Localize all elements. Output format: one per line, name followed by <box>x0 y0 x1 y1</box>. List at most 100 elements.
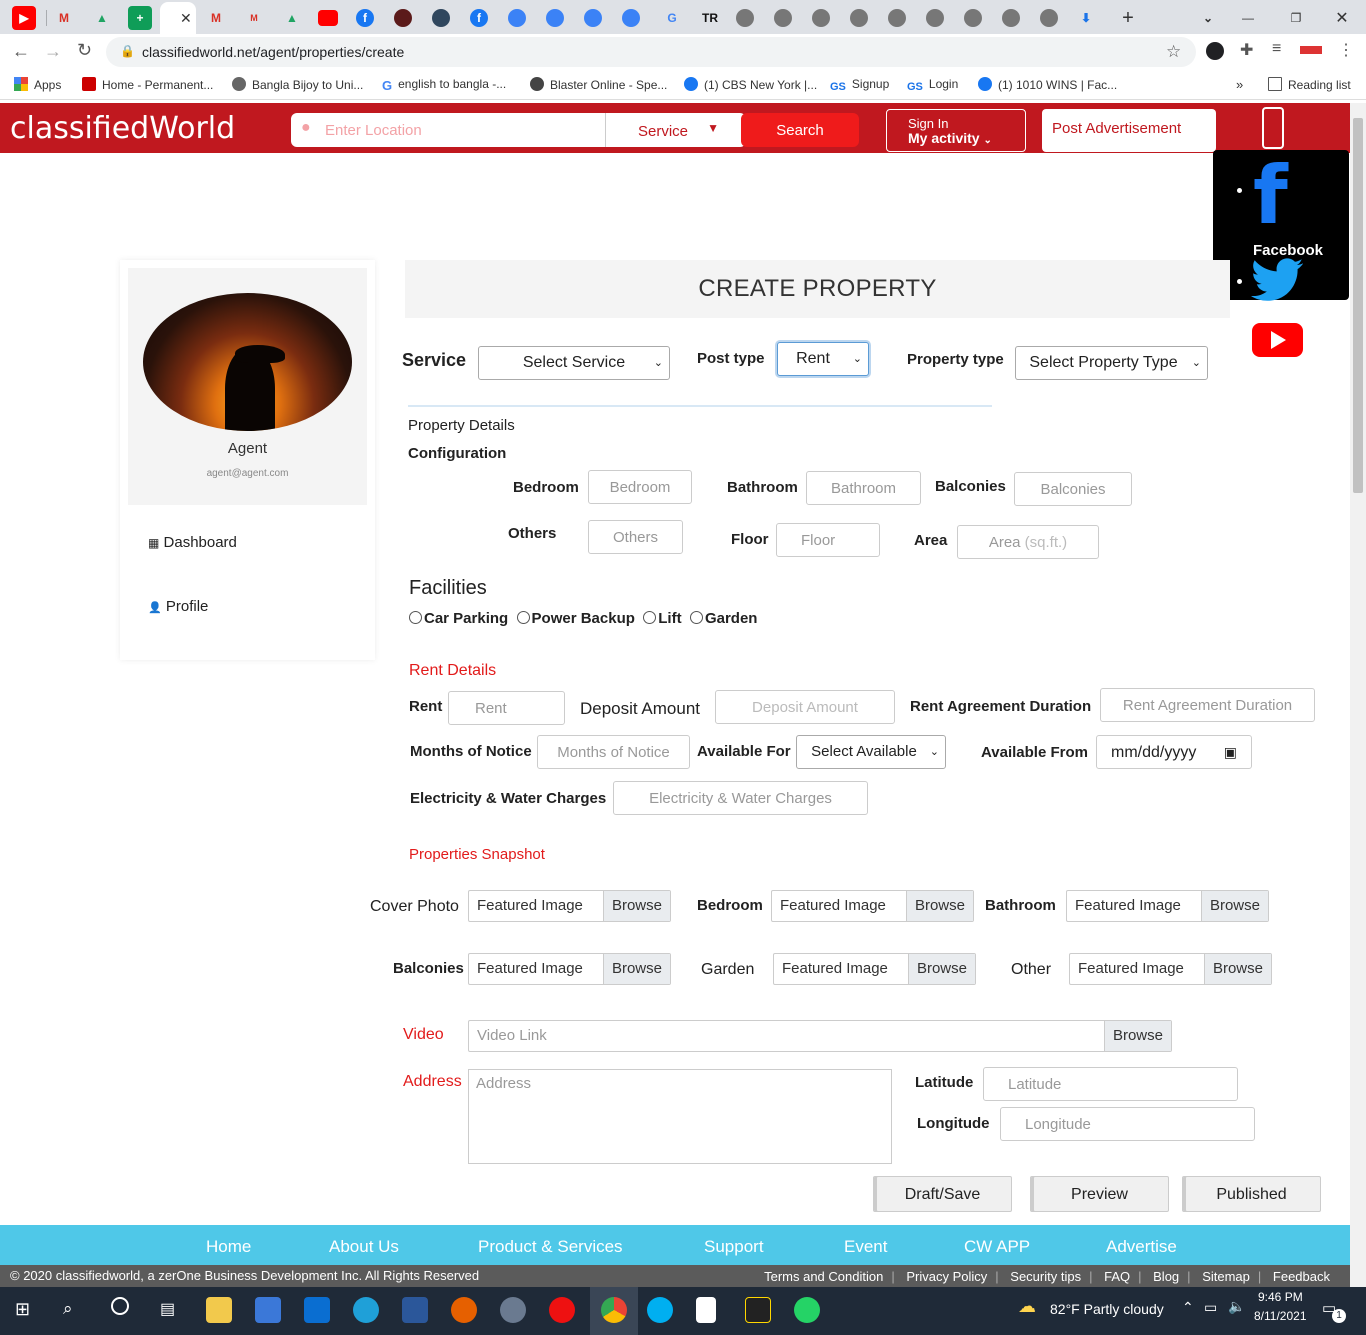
reddit-tab-icon[interactable] <box>584 9 602 27</box>
publish-button[interactable]: Published <box>1182 1176 1321 1212</box>
footer-link-app[interactable]: CW APP <box>964 1237 1030 1257</box>
browse-button[interactable]: Browse <box>602 954 670 984</box>
whatsapp-icon[interactable] <box>794 1297 820 1323</box>
volume-icon[interactable]: 🔈 <box>1228 1298 1245 1315</box>
footer-link[interactable]: Feedback <box>1273 1269 1330 1284</box>
facebook-icon[interactable]: f <box>1253 152 1303 240</box>
file-explorer-icon[interactable] <box>206 1297 232 1323</box>
bookmark-item[interactable]: Genglish to bangla -... <box>382 77 506 93</box>
facebook-label[interactable]: Facebook <box>1253 242 1323 259</box>
close-window-icon[interactable]: ✕ <box>1330 6 1354 30</box>
extensions-icon[interactable]: ✚ <box>1240 40 1253 60</box>
reddit-tab-icon[interactable] <box>622 9 640 27</box>
other-photo-upload[interactable]: Featured Image Browse <box>1069 953 1272 985</box>
browse-button[interactable]: Browse <box>1203 954 1271 984</box>
bathroom-photo-upload[interactable]: Featured Image Browse <box>1066 890 1269 922</box>
facility-garden[interactable]: Garden <box>689 610 757 627</box>
google-tab-icon[interactable]: G <box>660 6 684 30</box>
footer-link[interactable]: Terms and Condition <box>764 1269 883 1284</box>
forward-icon[interactable]: → <box>44 41 62 62</box>
reload-icon[interactable]: ↻ <box>77 40 92 61</box>
reading-list[interactable]: Reading list <box>1268 77 1351 92</box>
sign-in-dropdown[interactable]: Sign In My activity ⌄ <box>886 109 1026 152</box>
footer-link[interactable]: Security tips <box>1010 1269 1081 1284</box>
browse-button[interactable]: Browse <box>1200 891 1268 921</box>
available-from-date[interactable]: mm/dd/yyyy ▣ <box>1096 735 1252 769</box>
area-input[interactable]: Area (sq.ft.) <box>957 525 1099 559</box>
more-bookmarks[interactable]: » <box>1236 77 1243 92</box>
notice-input[interactable]: Months of Notice <box>537 735 690 769</box>
sidebar-item-profile[interactable]: 👤 Profile <box>148 598 208 615</box>
page-scrollbar[interactable] <box>1350 103 1366 1287</box>
service-select[interactable]: Service ▼ <box>605 113 735 147</box>
tr-tab-icon[interactable]: TR <box>698 6 722 30</box>
globe-tab-icon[interactable] <box>774 9 792 27</box>
longitude-input[interactable]: Longitude <box>1000 1107 1255 1141</box>
agreement-input[interactable]: Rent Agreement Duration <box>1100 688 1315 722</box>
footer-link[interactable]: Blog <box>1153 1269 1179 1284</box>
radio-button[interactable] <box>516 611 530 624</box>
youtube-tab-icon[interactable]: ▶ <box>12 6 36 30</box>
gmail-tab-icon[interactable]: M <box>52 6 76 30</box>
opera-icon[interactable] <box>549 1297 575 1323</box>
footer-link[interactable]: Privacy Policy <box>906 1269 987 1284</box>
footer-link[interactable]: FAQ <box>1104 1269 1130 1284</box>
bookmark-item[interactable]: Home - Permanent... <box>82 77 213 92</box>
edge-icon[interactable] <box>353 1297 379 1323</box>
globe-tab-icon[interactable] <box>850 9 868 27</box>
task-view-icon[interactable]: ▤ <box>160 1299 175 1319</box>
word-icon[interactable] <box>402 1297 428 1323</box>
new-tab-icon[interactable]: + <box>1116 6 1140 30</box>
skype-icon[interactable] <box>647 1297 673 1323</box>
radio-button[interactable] <box>643 611 657 624</box>
globe-tab-icon[interactable] <box>926 9 944 27</box>
globe-tab-icon[interactable] <box>1040 9 1058 27</box>
browse-button[interactable]: Browse <box>602 891 670 921</box>
garden-photo-upload[interactable]: Featured Image Browse <box>773 953 976 985</box>
site-tab-icon[interactable] <box>432 9 450 27</box>
clock-date[interactable]: 8/11/2021 <box>1254 1309 1307 1323</box>
bookmark-item[interactable]: Bangla Bijoy to Uni... <box>232 77 363 92</box>
gmail-tab-icon[interactable]: M <box>204 6 228 30</box>
rent-input[interactable]: Rent <box>448 691 565 725</box>
floor-input[interactable]: Floor <box>776 523 880 557</box>
bookmark-item[interactable]: GS Login <box>907 77 958 95</box>
cover-photo-upload[interactable]: Featured Image Browse <box>468 890 671 922</box>
globe-tab-icon[interactable] <box>812 9 830 27</box>
globe-tab-icon[interactable] <box>964 9 982 27</box>
scrollbar-thumb[interactable] <box>1353 118 1363 493</box>
twitter-icon[interactable] <box>1251 258 1303 302</box>
footer-link-about[interactable]: About Us <box>329 1237 399 1257</box>
firefox-icon[interactable] <box>451 1297 477 1323</box>
others-input[interactable]: Others <box>588 520 683 554</box>
sheets-tab-icon[interactable]: + <box>128 6 152 30</box>
preview-button[interactable]: Preview <box>1030 1176 1169 1212</box>
youtube-icon[interactable] <box>1252 323 1303 357</box>
footer-link-event[interactable]: Event <box>844 1237 887 1257</box>
app-icon[interactable] <box>500 1297 526 1323</box>
service-dropdown[interactable]: Select Service ⌄ <box>478 346 670 380</box>
footer-link-support[interactable]: Support <box>704 1237 764 1257</box>
mobile-app-icon[interactable] <box>1262 107 1284 149</box>
property-type-dropdown[interactable]: Select Property Type ⌄ <box>1015 346 1208 380</box>
post-advertisement-button[interactable]: Post Advertisement <box>1042 109 1216 152</box>
sidebar-item-dashboard[interactable]: ▦ Dashboard <box>148 534 237 551</box>
close-tab-icon[interactable]: ✕ <box>180 10 192 27</box>
windows-start-icon[interactable]: ⊞ <box>15 1299 30 1320</box>
browse-button[interactable]: Browse <box>1103 1021 1171 1051</box>
radio-button[interactable] <box>689 611 703 624</box>
tab-search-icon[interactable]: ⌄ <box>1196 6 1220 30</box>
extension-icon[interactable] <box>1300 46 1322 54</box>
restore-icon[interactable]: ❐ <box>1284 6 1308 30</box>
deposit-input[interactable]: Deposit Amount <box>715 690 895 724</box>
bedroom-photo-upload[interactable]: Featured Image Browse <box>771 890 974 922</box>
location-input[interactable] <box>325 113 595 147</box>
gmail-count-tab-icon[interactable]: M <box>242 6 266 30</box>
facility-car-parking[interactable]: Car Parking <box>409 610 508 627</box>
charges-input[interactable]: Electricity & Water Charges <box>613 781 868 815</box>
active-tab[interactable]: ✕ <box>160 2 196 34</box>
reddit-tab-icon[interactable] <box>546 9 564 27</box>
download-tab-icon[interactable]: ⬇ <box>1074 6 1098 30</box>
bookmark-item[interactable]: GS Signup <box>830 77 889 95</box>
footer-link-products[interactable]: Product & Services <box>478 1237 623 1257</box>
